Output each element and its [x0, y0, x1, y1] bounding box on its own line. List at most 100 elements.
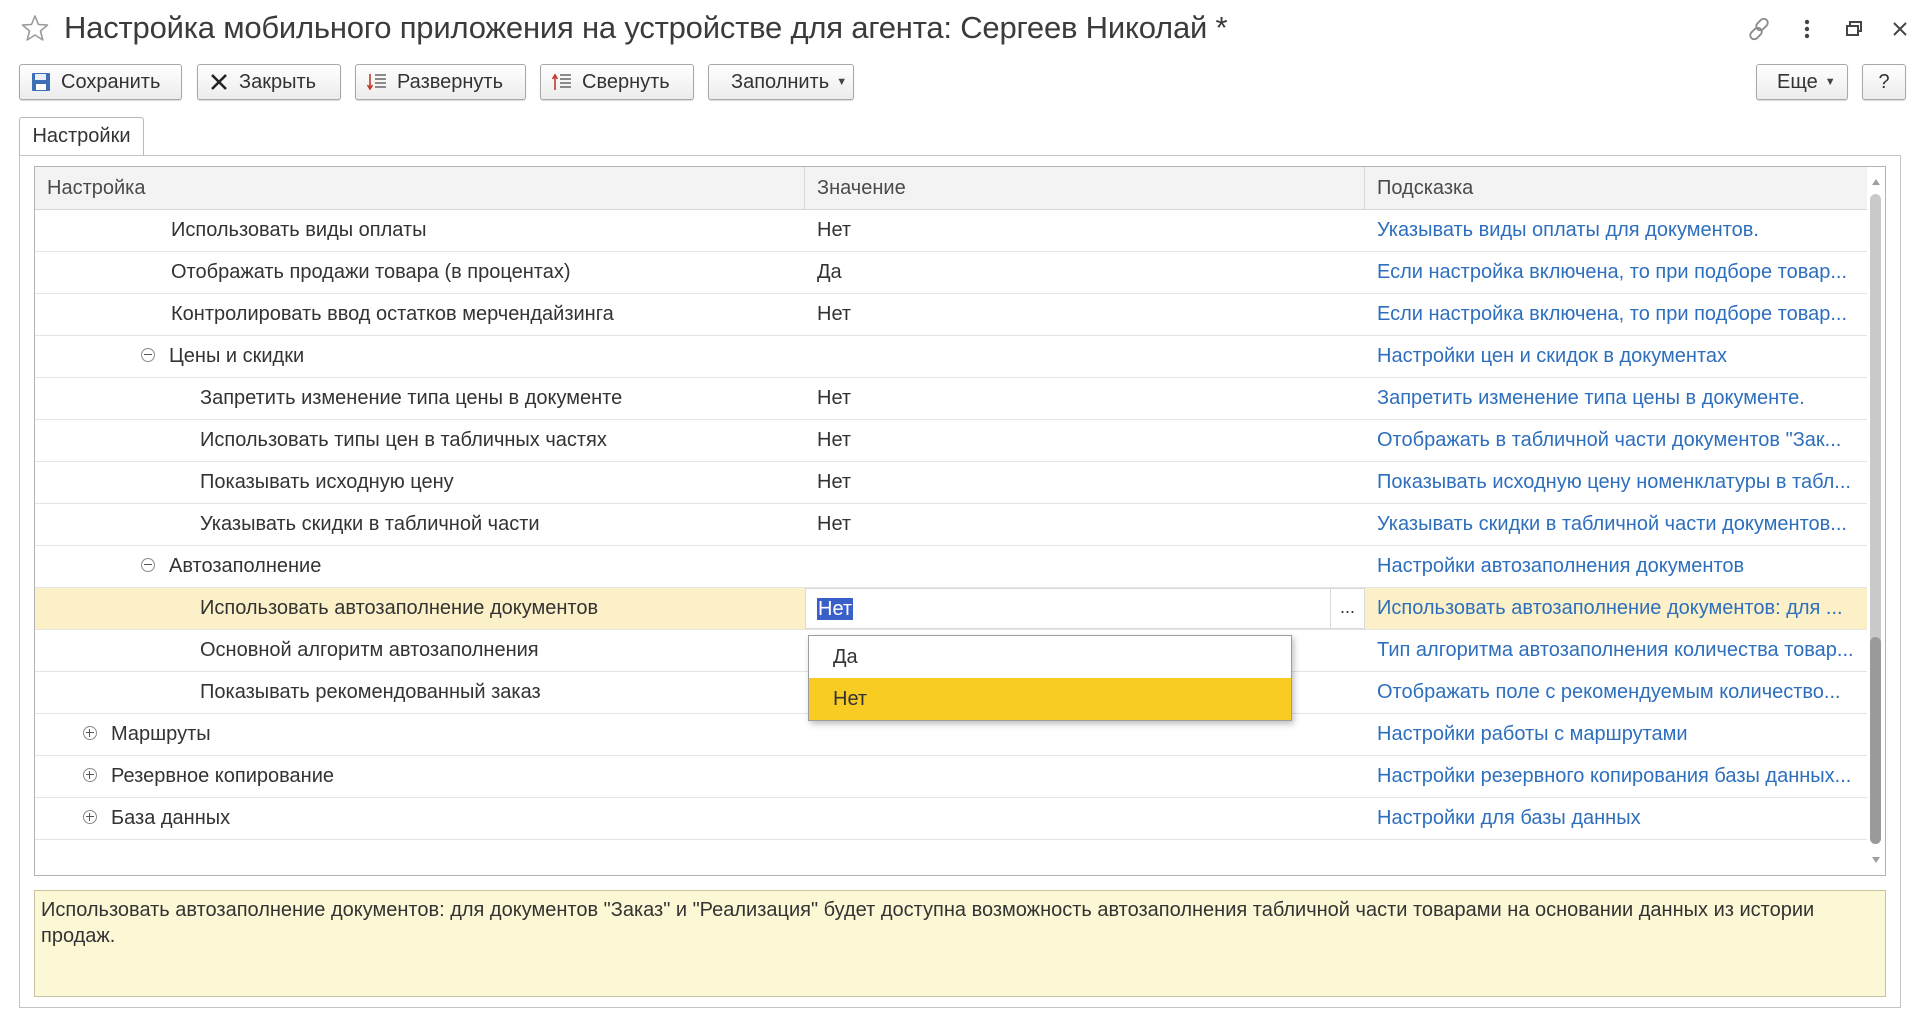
setting-name: Указывать скидки в табличной части — [200, 513, 540, 535]
hint-panel: Использовать автозаполнение документов: … — [34, 890, 1886, 997]
expand-plus-icon[interactable] — [83, 809, 97, 824]
setting-name-cell: Показывать рекомендованный заказ — [35, 672, 805, 713]
form-window: Настройка мобильного приложения на устро… — [0, 0, 1920, 1014]
help-button[interactable]: ? — [1862, 64, 1906, 100]
setting-hint-cell: Настройки автозаполнения документов — [1377, 555, 1745, 577]
more-label: Еще — [1777, 70, 1818, 93]
setting-name-cell: Резервное копирование — [35, 756, 805, 797]
floppy-disk-icon — [32, 73, 50, 91]
setting-value-cell[interactable]: Нет — [805, 504, 1365, 545]
setting-name: Показывать исходную цену — [200, 471, 454, 493]
value-dropdown-list: Да Нет — [808, 635, 1292, 721]
table-row[interactable]: Показывать исходную цену Нет Показывать ис… — [35, 462, 1867, 504]
x-icon — [211, 74, 227, 90]
table-row[interactable]: Использовать типы цен в табличных частях… — [35, 420, 1867, 462]
setting-name: Цены и скидки — [169, 345, 305, 367]
setting-value-cell[interactable] — [805, 546, 1365, 587]
setting-name: Использовать виды оплаты — [171, 219, 427, 241]
more-button[interactable]: Еще ▼ — [1756, 64, 1848, 100]
expand-tree-icon — [366, 74, 386, 91]
table-row[interactable]: Использовать автозаполнение документов Не… — [35, 588, 1867, 630]
expand-plus-icon[interactable] — [83, 725, 97, 740]
setting-name-cell: Автозаполнение — [35, 546, 805, 587]
setting-value-cell[interactable]: Нет — [805, 294, 1365, 335]
setting-name: База данных — [111, 807, 231, 829]
setting-name: Запретить изменение типа цены в документ… — [200, 387, 623, 409]
setting-value-cell[interactable]: Нет — [805, 378, 1365, 419]
star-icon[interactable] — [20, 13, 50, 43]
setting-name: Резервное копирование — [111, 765, 335, 787]
collapse-minus-icon[interactable] — [141, 557, 155, 572]
column-header-hint[interactable]: Подсказка — [1365, 167, 1867, 209]
dropdown-option-no[interactable]: Нет — [809, 678, 1291, 720]
value-edit-text[interactable]: Нет — [817, 598, 854, 620]
caret-down-icon: ▼ — [1824, 76, 1836, 88]
save-label: Сохранить — [61, 70, 161, 93]
collapse-label: Свернуть — [582, 70, 670, 93]
close-icon[interactable] — [1886, 15, 1914, 43]
close-button[interactable]: Закрыть — [197, 64, 341, 100]
collapse-button[interactable]: Свернуть — [540, 64, 694, 100]
group-row[interactable]: Резервное копирование Настройки резервног… — [35, 756, 1867, 798]
table-header: Настройка Значение Подсказка — [35, 167, 1867, 210]
setting-value-cell[interactable] — [805, 756, 1365, 797]
table-row[interactable]: Использовать виды оплаты Нет Указывать вид… — [35, 210, 1867, 252]
group-row[interactable]: Цены и скидки Настройки цен и скидок в до… — [35, 336, 1867, 378]
table-row[interactable]: Запретить изменение типа цены в документ… — [35, 378, 1867, 420]
table-row[interactable]: Указывать скидки в табличной части Нет Ука… — [35, 504, 1867, 546]
value-edit-field[interactable]: Нет... — [805, 588, 1365, 629]
title-bar: Настройка мобильного приложения на устро… — [0, 0, 1920, 62]
setting-value-cell[interactable]: Нет — [805, 210, 1365, 251]
window-title: Настройка мобильного приложения на устро… — [64, 10, 1228, 45]
setting-hint-cell: Указывать скидки в табличной части докум… — [1377, 513, 1847, 535]
expand-plus-icon[interactable] — [83, 767, 97, 782]
collapse-minus-icon[interactable] — [141, 347, 155, 362]
setting-value-cell[interactable] — [805, 336, 1365, 377]
setting-name-cell: Указывать скидки в табличной части — [35, 504, 805, 545]
command-bar: Сохранить Закрыть Развернуть Свернуть За… — [0, 62, 1920, 106]
setting-hint-cell: Запретить изменение типа цены в документ… — [1377, 387, 1805, 409]
setting-value-cell[interactable] — [805, 798, 1365, 839]
table-body: Использовать виды оплаты Нет Указывать вид… — [35, 210, 1867, 840]
link-icon[interactable] — [1745, 15, 1773, 43]
setting-name-cell: Использовать автозаполнение документов — [35, 588, 805, 629]
setting-name-cell: Отображать продажи товара (в процентах) — [35, 252, 805, 293]
table-row[interactable]: Отображать продажи товара (в процентах) Д… — [35, 252, 1867, 294]
close-label: Закрыть — [239, 70, 317, 93]
setting-name: Использовать автозаполнение документов — [200, 597, 599, 619]
fill-dropdown-button[interactable]: Заполнить ▼ — [708, 64, 854, 100]
column-header-setting[interactable]: Настройка — [35, 167, 805, 209]
setting-name-cell: Запретить изменение типа цены в документ… — [35, 378, 805, 419]
choice-button[interactable]: ... — [1330, 589, 1364, 628]
scroll-down-icon[interactable] — [1872, 857, 1880, 863]
setting-value-cell[interactable]: Да — [805, 252, 1365, 293]
setting-name: Основной алгоритм автозаполнения — [200, 639, 539, 661]
setting-name: Маршруты — [111, 723, 211, 745]
setting-hint-cell: Если настройка включена, то при подборе … — [1377, 261, 1848, 283]
more-vertical-icon[interactable] — [1793, 15, 1821, 43]
collapse-tree-icon — [551, 73, 571, 90]
setting-name: Показывать рекомендованный заказ — [200, 681, 541, 703]
setting-name-cell: База данных — [35, 798, 805, 839]
restore-window-icon[interactable] — [1840, 15, 1868, 43]
scroll-up-icon[interactable] — [1872, 179, 1880, 185]
group-row[interactable]: Автозаполнение Настройки автозаполнения д… — [35, 546, 1867, 588]
expand-button[interactable]: Развернуть — [355, 64, 526, 100]
setting-hint-cell: Использовать автозаполнение документов: … — [1377, 597, 1843, 619]
column-header-value[interactable]: Значение — [805, 167, 1365, 209]
settings-tree-table: Настройка Значение Подсказка Использоват… — [34, 166, 1886, 876]
setting-name: Использовать типы цен в табличных частях — [200, 429, 607, 451]
save-button[interactable]: Сохранить — [19, 64, 182, 100]
table-row[interactable]: Контролировать ввод остатков мерчендайзи… — [35, 294, 1867, 336]
vertical-scrollbar[interactable] — [1867, 167, 1885, 875]
setting-value-cell[interactable]: Нет — [805, 462, 1365, 503]
tab-settings[interactable]: Настройки — [19, 117, 144, 155]
setting-value-cell[interactable]: Нет — [805, 420, 1365, 461]
setting-name-cell: Основной алгоритм автозаполнения — [35, 630, 805, 671]
setting-hint-cell: Настройки для базы данных — [1377, 807, 1641, 829]
group-row[interactable]: База данных Настройки для базы данных — [35, 798, 1867, 840]
expand-label: Развернуть — [397, 70, 504, 93]
scrollbar-thumb[interactable] — [1870, 637, 1881, 844]
setting-name: Отображать продажи товара (в процентах) — [171, 261, 571, 283]
dropdown-option-yes[interactable]: Да — [809, 636, 1291, 678]
